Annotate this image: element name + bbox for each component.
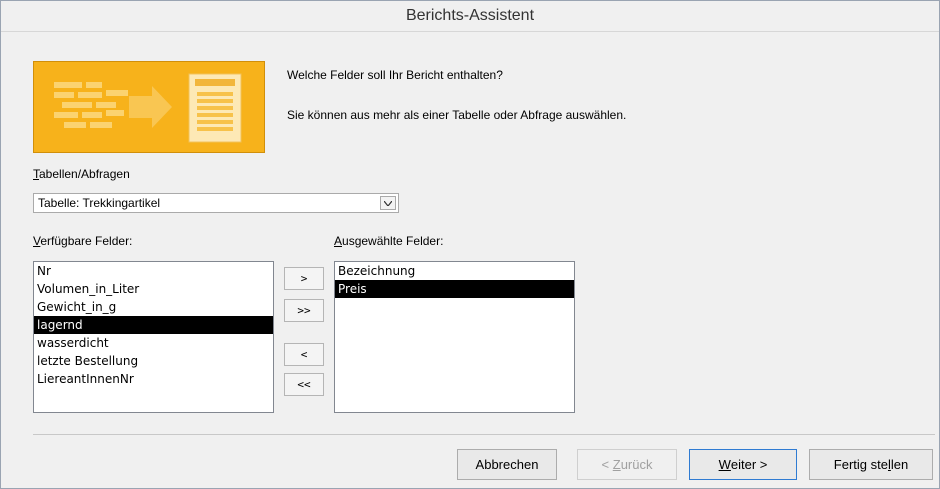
available-field-item[interactable]: letzte Bestellung — [34, 352, 273, 370]
selected-fields-list[interactable]: Bezeichnung Preis — [334, 261, 575, 413]
remove-all-fields-button[interactable]: << — [284, 373, 324, 396]
finish-button-text: len — [890, 457, 909, 472]
footer-divider — [33, 434, 935, 435]
report-wizard-window: Berichts-Assistent Welche Felder soll Ih… — [0, 0, 940, 489]
selected-field-item[interactable]: Bezeichnung — [335, 262, 574, 280]
finish-button-prefix: Fertig ste — [833, 457, 888, 472]
chevron-down-icon[interactable] — [380, 196, 396, 210]
source-label: Tabellen/Abfragen — [33, 167, 130, 181]
cancel-button[interactable]: Abbrechen — [457, 449, 557, 480]
source-combobox[interactable]: Tabelle: Trekkingartikel — [33, 193, 399, 213]
available-field-item[interactable]: wasserdicht — [34, 334, 273, 352]
available-field-item[interactable]: Volumen_in_Liter — [34, 280, 273, 298]
next-button[interactable]: Weiter > — [689, 449, 797, 480]
available-field-item[interactable]: Gewicht_in_g — [34, 298, 273, 316]
next-button-accel: W — [718, 457, 731, 472]
back-button-text: urück — [620, 457, 653, 472]
remove-field-button[interactable]: < — [284, 343, 324, 366]
selected-label-accel: A — [334, 234, 343, 248]
title-bar: Berichts-Assistent — [1, 1, 939, 32]
window-title: Berichts-Assistent — [405, 7, 535, 24]
add-all-fields-button[interactable]: >> — [284, 299, 324, 322]
intro-hint: Sie können aus mehr als einer Tabelle od… — [287, 108, 627, 122]
selected-field-item[interactable]: Preis — [335, 280, 574, 298]
intro-question: Welche Felder soll Ihr Bericht enthalten… — [287, 68, 503, 82]
selected-label: Ausgewählte Felder: — [334, 234, 443, 248]
available-label-text: erfügbare Felder: — [40, 234, 133, 248]
finish-button[interactable]: Fertig ste l len — [809, 449, 933, 480]
source-label-text: abellen/Abfragen — [39, 167, 130, 181]
back-button-accel: Z — [612, 457, 621, 472]
available-field-item[interactable]: LiereantInnenNr — [34, 370, 273, 388]
wizard-illustration — [33, 61, 265, 153]
available-field-item[interactable]: lagernd — [34, 316, 273, 334]
available-label: Verfügbare Felder: — [33, 234, 132, 248]
selected-label-text: usgewählte Felder: — [342, 234, 444, 248]
back-button[interactable]: < Zurück — [577, 449, 677, 480]
available-field-item[interactable]: Nr — [34, 262, 273, 280]
next-button-text: eiter > — [730, 457, 768, 472]
source-combobox-value: Tabelle: Trekkingartikel — [38, 196, 161, 210]
back-button-prefix: < — [601, 457, 613, 472]
table-to-report-icon — [34, 62, 264, 152]
add-field-button[interactable]: > — [284, 267, 324, 290]
available-fields-list[interactable]: Nr Volumen_in_Liter Gewicht_in_g lagernd… — [33, 261, 274, 413]
